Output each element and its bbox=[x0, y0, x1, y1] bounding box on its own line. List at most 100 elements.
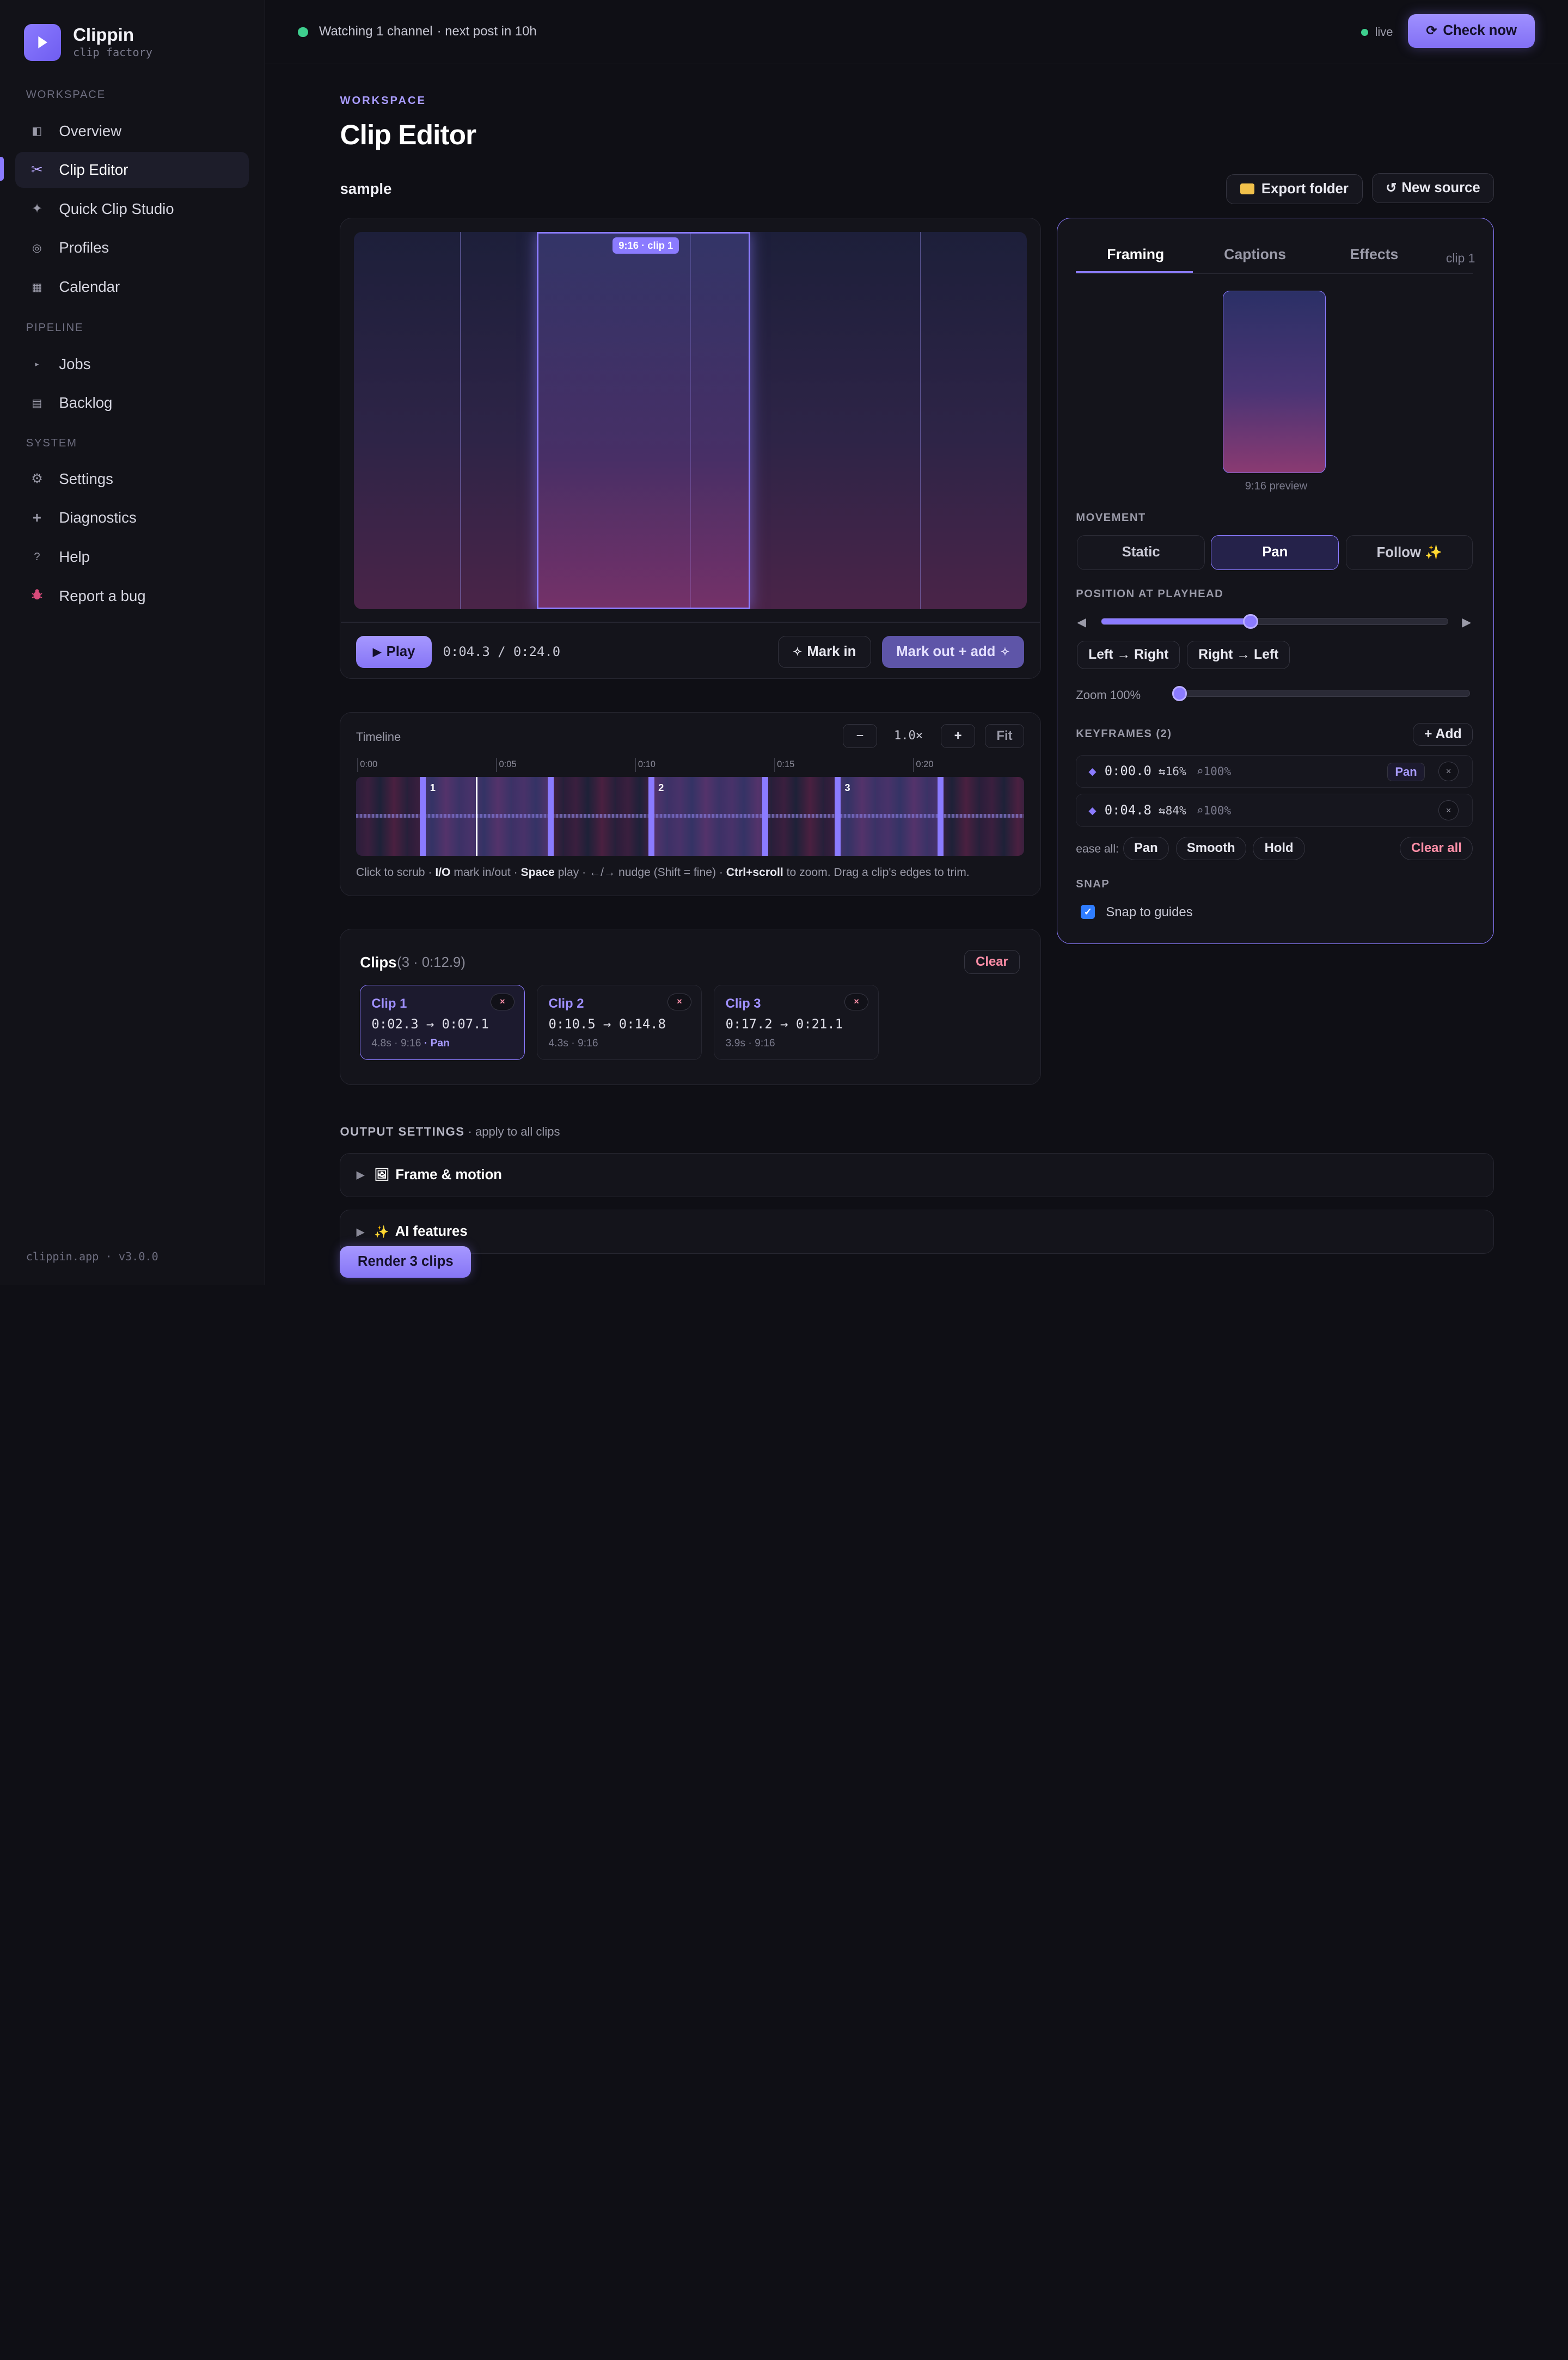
sidebar-item-overview[interactable]: ◧ Overview bbox=[15, 113, 249, 149]
ai-features-section[interactable]: ▶ ✨ AI features bbox=[340, 1210, 1494, 1254]
sidebar-item-profiles[interactable]: ◎ Profiles bbox=[15, 230, 249, 266]
sidebar-item-jobs[interactable]: ▸ Jobs bbox=[15, 346, 249, 382]
ruler-tick bbox=[912, 758, 914, 772]
zoom-slider[interactable] bbox=[1172, 690, 1470, 697]
timeline-clip-number: 1 bbox=[430, 782, 436, 794]
timeline-label: Timeline bbox=[356, 730, 401, 744]
sidebar-item-clip-editor[interactable]: ✂ Clip Editor bbox=[15, 152, 249, 188]
output-heading: OUTPUT SETTINGS bbox=[340, 1125, 465, 1139]
nudge-right-icon[interactable]: ▶ bbox=[1462, 615, 1471, 629]
sidebar-item-label: Settings bbox=[59, 470, 113, 487]
remove-keyframe-button[interactable]: × bbox=[1438, 761, 1459, 782]
remove-clip-button[interactable]: × bbox=[844, 993, 869, 1011]
clip-card-1[interactable]: Clip 1 × 0:02.3 → 0:07.1 4.8s · 9:16 · P… bbox=[360, 985, 525, 1060]
sidebar-item-settings[interactable]: ⚙ Settings bbox=[15, 461, 249, 497]
overview-icon: ◧ bbox=[32, 125, 42, 138]
sidebar-item-label: Quick Clip Studio bbox=[59, 200, 174, 217]
clip-card-3[interactable]: Clip 3 × 0:17.2 → 0:21.1 3.9s · 9:16 bbox=[714, 985, 879, 1060]
keyframe-row[interactable]: ◆ 0:00.0 ⇆16% ⌕100% Pan × bbox=[1076, 755, 1473, 788]
new-source-button[interactable]: ↺ New source bbox=[1371, 173, 1494, 203]
frame-motion-section[interactable]: ▶ 🖼 Frame & motion bbox=[340, 1153, 1494, 1197]
sidebar-item-label: Report a bug bbox=[59, 587, 146, 604]
question-icon: ? bbox=[34, 550, 40, 563]
ease-smooth-button[interactable]: Smooth bbox=[1175, 837, 1246, 860]
ease-pan-button[interactable]: Pan bbox=[1123, 837, 1169, 860]
keyframe-zoom: ⌕100% bbox=[1196, 764, 1232, 779]
crop-frame[interactable]: 9:16 · clip 1 bbox=[537, 232, 750, 609]
zoom-in-button[interactable]: + bbox=[941, 724, 975, 748]
nav-section-system: SYSTEM bbox=[26, 437, 77, 449]
version-footer: clippin.app · v3.0.0 bbox=[26, 1249, 158, 1263]
ruler-label: 0:15 bbox=[777, 759, 795, 770]
timeline-clip-3[interactable]: 3 bbox=[835, 777, 944, 856]
sidebar-item-label: Jobs bbox=[59, 355, 91, 372]
sidebar-item-backlog[interactable]: ▤ Backlog bbox=[15, 385, 249, 421]
add-keyframe-button[interactable]: + Add bbox=[1413, 722, 1473, 746]
clip-name: Clip 3 bbox=[725, 996, 761, 1012]
playhead[interactable] bbox=[475, 777, 478, 856]
render-clips-button[interactable]: Render 3 clips bbox=[340, 1246, 471, 1278]
topbar: Watching 1 channel · next post in 10h li… bbox=[265, 0, 1568, 64]
hint-text: mark in/out · bbox=[450, 866, 521, 879]
reset-icon: ↺ bbox=[1386, 180, 1397, 195]
timeline-hint: Click to scrub · I/O mark in/out · Space… bbox=[356, 866, 970, 879]
mark-in-label: Mark in bbox=[807, 644, 856, 660]
position-slider-thumb[interactable] bbox=[1243, 614, 1258, 629]
ease-hold-button[interactable]: Hold bbox=[1253, 837, 1305, 860]
video-preview[interactable]: 9:16 · clip 1 bbox=[354, 232, 1027, 609]
timeline-strip[interactable]: 1 2 3 bbox=[356, 777, 1024, 856]
plus-icon: + bbox=[32, 509, 41, 526]
nudge-left-icon[interactable]: ◀ bbox=[1077, 615, 1086, 629]
left-to-right-button[interactable]: Left → Right bbox=[1077, 641, 1180, 669]
movement-follow-button[interactable]: Follow ✨ bbox=[1346, 535, 1473, 570]
snap-label: SNAP bbox=[1076, 878, 1110, 890]
export-folder-button[interactable]: Export folder bbox=[1226, 174, 1363, 204]
sidebar-item-diagnostics[interactable]: + Diagnostics bbox=[15, 500, 249, 536]
snap-to-guides-label[interactable]: Snap to guides bbox=[1106, 905, 1192, 920]
movement-pan-button[interactable]: Pan bbox=[1211, 535, 1339, 570]
output-subheading: · apply to all clips bbox=[468, 1125, 560, 1139]
hint-key: Ctrl+scroll bbox=[726, 866, 783, 879]
crop-tag: 9:16 · clip 1 bbox=[612, 237, 679, 254]
timeline-clip-2[interactable]: 2 bbox=[648, 777, 768, 856]
tab-framing[interactable]: Framing bbox=[1107, 246, 1164, 263]
snap-checkbox[interactable]: ✓ bbox=[1081, 905, 1095, 919]
clip-meta-text: 4.8s · 9:16 bbox=[371, 1037, 421, 1049]
watch-status: Watching 1 channel bbox=[318, 24, 433, 39]
scissors-icon: ✂ bbox=[31, 162, 43, 178]
mark-out-label: Mark out + add bbox=[896, 644, 996, 660]
mark-in-button[interactable]: ✧ Mark in bbox=[777, 636, 871, 668]
position-slider[interactable] bbox=[1101, 618, 1448, 625]
zoom-slider-thumb[interactable] bbox=[1172, 685, 1187, 701]
sidebar-item-label: Help bbox=[59, 548, 90, 566]
sidebar-item-quick-clip-studio[interactable]: ✦ Quick Clip Studio bbox=[15, 191, 249, 227]
right-to-left-button[interactable]: Right → Left bbox=[1187, 641, 1290, 669]
keyframe-diamond-icon: ◆ bbox=[1088, 804, 1097, 816]
timeline-clip-1[interactable]: 1 bbox=[420, 777, 554, 856]
bug-icon bbox=[31, 589, 43, 604]
remove-keyframe-button[interactable]: × bbox=[1438, 800, 1459, 821]
play-button[interactable]: ▶ Play bbox=[356, 636, 432, 668]
remove-clip-button[interactable]: × bbox=[667, 993, 691, 1011]
fit-button[interactable]: Fit bbox=[985, 724, 1024, 748]
movement-static-button[interactable]: Static bbox=[1077, 535, 1205, 570]
tab-captions[interactable]: Captions bbox=[1224, 246, 1286, 263]
ease-all-label: ease all: bbox=[1076, 843, 1119, 856]
sidebar-item-calendar[interactable]: ▦ Calendar bbox=[15, 269, 249, 305]
keyframe-ease-tag[interactable]: Pan bbox=[1387, 762, 1425, 782]
tab-effects[interactable]: Effects bbox=[1350, 246, 1399, 263]
brand[interactable]: Clippin clip factory bbox=[24, 24, 152, 62]
remove-clip-button[interactable]: × bbox=[490, 993, 514, 1011]
sidebar-item-report-bug[interactable]: Report a bug bbox=[15, 578, 249, 614]
ruler-tick bbox=[774, 758, 775, 772]
clip-card-2[interactable]: Clip 2 × 0:10.5 → 0:14.8 4.3s · 9:16 bbox=[537, 985, 702, 1060]
clear-clips-button[interactable]: Clear bbox=[964, 949, 1020, 974]
zoom-out-button[interactable]: − bbox=[843, 724, 877, 748]
active-tab-underline bbox=[1076, 271, 1193, 273]
sidebar-item-label: Profiles bbox=[59, 239, 109, 256]
clear-all-keyframes-button[interactable]: Clear all bbox=[1400, 837, 1473, 860]
sidebar-item-help[interactable]: ? Help bbox=[15, 539, 249, 575]
check-now-button[interactable]: ⟳ Check now bbox=[1408, 14, 1535, 48]
mark-out-add-button[interactable]: Mark out + add ✧ bbox=[881, 636, 1024, 668]
keyframe-row[interactable]: ◆ 0:04.8 ⇆84% ⌕100% × bbox=[1076, 794, 1473, 827]
